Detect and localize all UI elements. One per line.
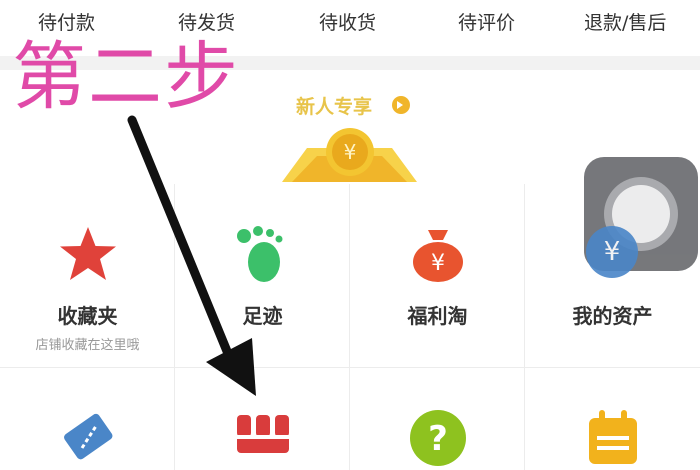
coin-envelope-icon[interactable]: ¥ <box>282 126 417 182</box>
grid-item-help[interactable]: ? <box>350 368 525 470</box>
grid-item-footprint[interactable]: 足迹 <box>175 184 350 368</box>
order-pending-review[interactable]: 待评价 <box>458 8 515 35</box>
footprint-icon <box>237 226 283 282</box>
help-symbol: ? <box>428 419 448 459</box>
order-pending-shipment[interactable]: 待发货 <box>178 8 235 35</box>
welfare-label: 福利淘 <box>407 304 468 328</box>
step-title: 第二步 <box>12 34 240 120</box>
order-pending-receipt[interactable]: 待收货 <box>319 8 376 35</box>
favorites-sublabel: 店铺收藏在这里哦 <box>35 338 140 353</box>
chevron-right-icon[interactable] <box>392 96 410 114</box>
calendar-icon <box>589 410 637 464</box>
ticket-icon <box>64 413 113 460</box>
coin-symbol: ¥ <box>344 140 357 164</box>
grid-item-shops[interactable] <box>175 368 350 470</box>
footprint-label: 足迹 <box>242 304 283 328</box>
shop-icon <box>237 415 289 453</box>
money-bag-icon: ¥ <box>413 230 463 282</box>
grid-item-favorites[interactable]: 收藏夹 店铺收藏在这里哦 <box>0 184 175 368</box>
promo-label[interactable]: 新人专享 <box>296 92 372 119</box>
order-refund-aftersale[interactable]: 退款/售后 <box>584 8 666 35</box>
favorites-label: 收藏夹 <box>57 304 118 328</box>
help-icon: ? <box>410 410 466 466</box>
bag-symbol: ¥ <box>431 251 445 276</box>
grid-item-welfare[interactable]: ¥ 福利淘 <box>350 184 525 368</box>
yen-coin-icon: ¥ <box>586 226 638 278</box>
grid-item-calendar[interactable] <box>525 368 700 470</box>
grid-item-coupons[interactable] <box>0 368 175 470</box>
order-pending-payment[interactable]: 待付款 <box>38 8 95 35</box>
star-icon <box>60 227 116 280</box>
assets-label: 我的资产 <box>572 304 653 328</box>
